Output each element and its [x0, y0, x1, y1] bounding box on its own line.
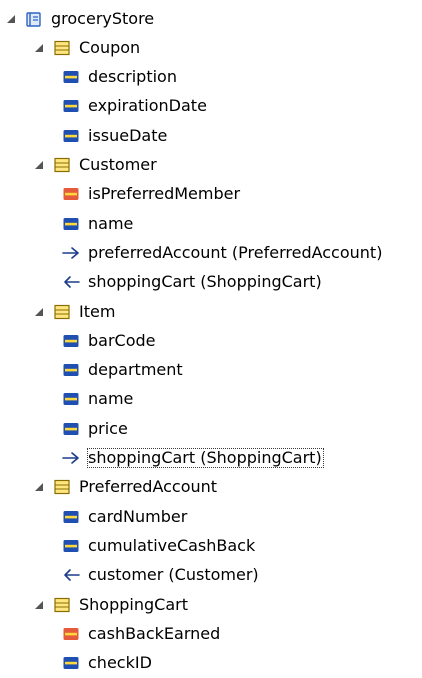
tree-node-PreferredAccount-16[interactable]: PreferredAccount: [34, 473, 219, 502]
tree-node-label: cardNumber: [88, 506, 188, 526]
attribute-icon: [62, 97, 80, 115]
tree-node-groceryStore-0[interactable]: groceryStore: [6, 4, 156, 33]
tree-node-label: price: [88, 418, 128, 438]
attribute-icon: [62, 332, 80, 350]
tree-node-label: groceryStore: [51, 8, 155, 28]
tree-node-expirationDate-3[interactable]: expirationDate: [62, 92, 209, 121]
tree-node-label: shoppingCart (ShoppingCart): [87, 448, 324, 468]
tree-node-label: isPreferredMember: [88, 184, 241, 204]
tree-node-label: department: [88, 360, 183, 380]
tree-node-customer-19[interactable]: customer (Customer): [62, 561, 261, 590]
tree-node-label: Customer: [79, 155, 157, 174]
tree-node-cumulativeCashBack-18[interactable]: cumulativeCashBack: [62, 531, 257, 560]
tree-node-label: issueDate: [88, 125, 168, 145]
model-icon: [25, 10, 43, 28]
tree-node-label: cashBackEarned: [88, 623, 221, 643]
entity-icon: [53, 39, 71, 57]
tree-node-cardNumber-17[interactable]: cardNumber: [62, 502, 189, 531]
entity-icon: [53, 156, 71, 174]
attribute-icon: [62, 654, 80, 672]
tree-node-preferredAccount-8[interactable]: preferredAccount (PreferredAccount): [62, 238, 384, 267]
tree-node-ShoppingCart-20[interactable]: ShoppingCart: [34, 590, 190, 619]
tree-node-Customer-5[interactable]: Customer: [34, 151, 159, 180]
attribute-icon: [62, 215, 80, 233]
entity-icon: [53, 303, 71, 321]
boolean-attribute-icon: [62, 185, 80, 203]
attribute-icon: [62, 390, 80, 408]
tree-node-department-12[interactable]: department: [62, 356, 185, 385]
tree-node-label: Coupon: [79, 37, 141, 57]
tree-node-cashBackEarned-21[interactable]: cashBackEarned: [62, 619, 222, 648]
to-one-relationship-icon: [62, 244, 80, 262]
model-tree: groceryStore Coupon description expirati…: [0, 0, 422, 676]
boolean-attribute-icon: [62, 625, 80, 643]
expanded-triangle-icon[interactable]: [34, 33, 46, 62]
to-many-relationship-icon: [62, 273, 80, 291]
attribute-icon: [62, 68, 80, 86]
expanded-triangle-icon[interactable]: [34, 151, 46, 180]
tree-node-label: Item: [79, 301, 116, 321]
tree-node-label: name: [88, 213, 134, 233]
tree-node-label: barCode: [88, 330, 156, 350]
expanded-triangle-icon[interactable]: [34, 297, 46, 326]
tree-node-name-7[interactable]: name: [62, 209, 135, 238]
tree-node-label: PreferredAccount: [79, 477, 218, 497]
expanded-triangle-icon[interactable]: [34, 590, 46, 619]
attribute-icon: [62, 420, 80, 438]
attribute-icon: [62, 127, 80, 145]
tree-node-label: ShoppingCart: [79, 594, 188, 614]
tree-node-shoppingCart-9[interactable]: shoppingCart (ShoppingCart): [62, 268, 324, 297]
tree-node-label: preferredAccount (PreferredAccount): [88, 242, 383, 262]
tree-node-name-13[interactable]: name: [62, 385, 135, 414]
tree-node-price-14[interactable]: price: [62, 414, 130, 443]
tree-node-Coupon-1[interactable]: Coupon: [34, 33, 142, 62]
tree-node-Item-10[interactable]: Item: [34, 297, 117, 326]
entity-icon: [53, 478, 71, 496]
expanded-triangle-icon[interactable]: [6, 4, 18, 33]
tree-node-label: description: [88, 67, 177, 87]
tree-node-label: expirationDate: [88, 96, 207, 116]
to-many-relationship-icon: [62, 566, 80, 584]
to-one-relationship-icon: [62, 449, 80, 467]
entity-icon: [53, 596, 71, 614]
tree-node-label: customer (Customer): [88, 565, 259, 585]
tree-node-label: cumulativeCashBack: [88, 535, 256, 555]
attribute-icon: [62, 537, 80, 555]
tree-node-barCode-11[interactable]: barCode: [62, 326, 158, 355]
attribute-icon: [62, 508, 80, 526]
expanded-triangle-icon[interactable]: [34, 473, 46, 502]
tree-node-label: checkID: [88, 653, 152, 673]
attribute-icon: [62, 361, 80, 379]
tree-node-description-2[interactable]: description: [62, 63, 179, 92]
tree-node-shoppingCart-15[interactable]: shoppingCart (ShoppingCart): [62, 444, 324, 473]
tree-node-label: shoppingCart (ShoppingCart): [88, 272, 322, 292]
tree-node-isPreferredMember-6[interactable]: isPreferredMember: [62, 180, 242, 209]
tree-node-checkID-22[interactable]: checkID: [62, 649, 154, 678]
tree-node-issueDate-4[interactable]: issueDate: [62, 121, 169, 150]
tree-node-label: name: [88, 389, 134, 409]
